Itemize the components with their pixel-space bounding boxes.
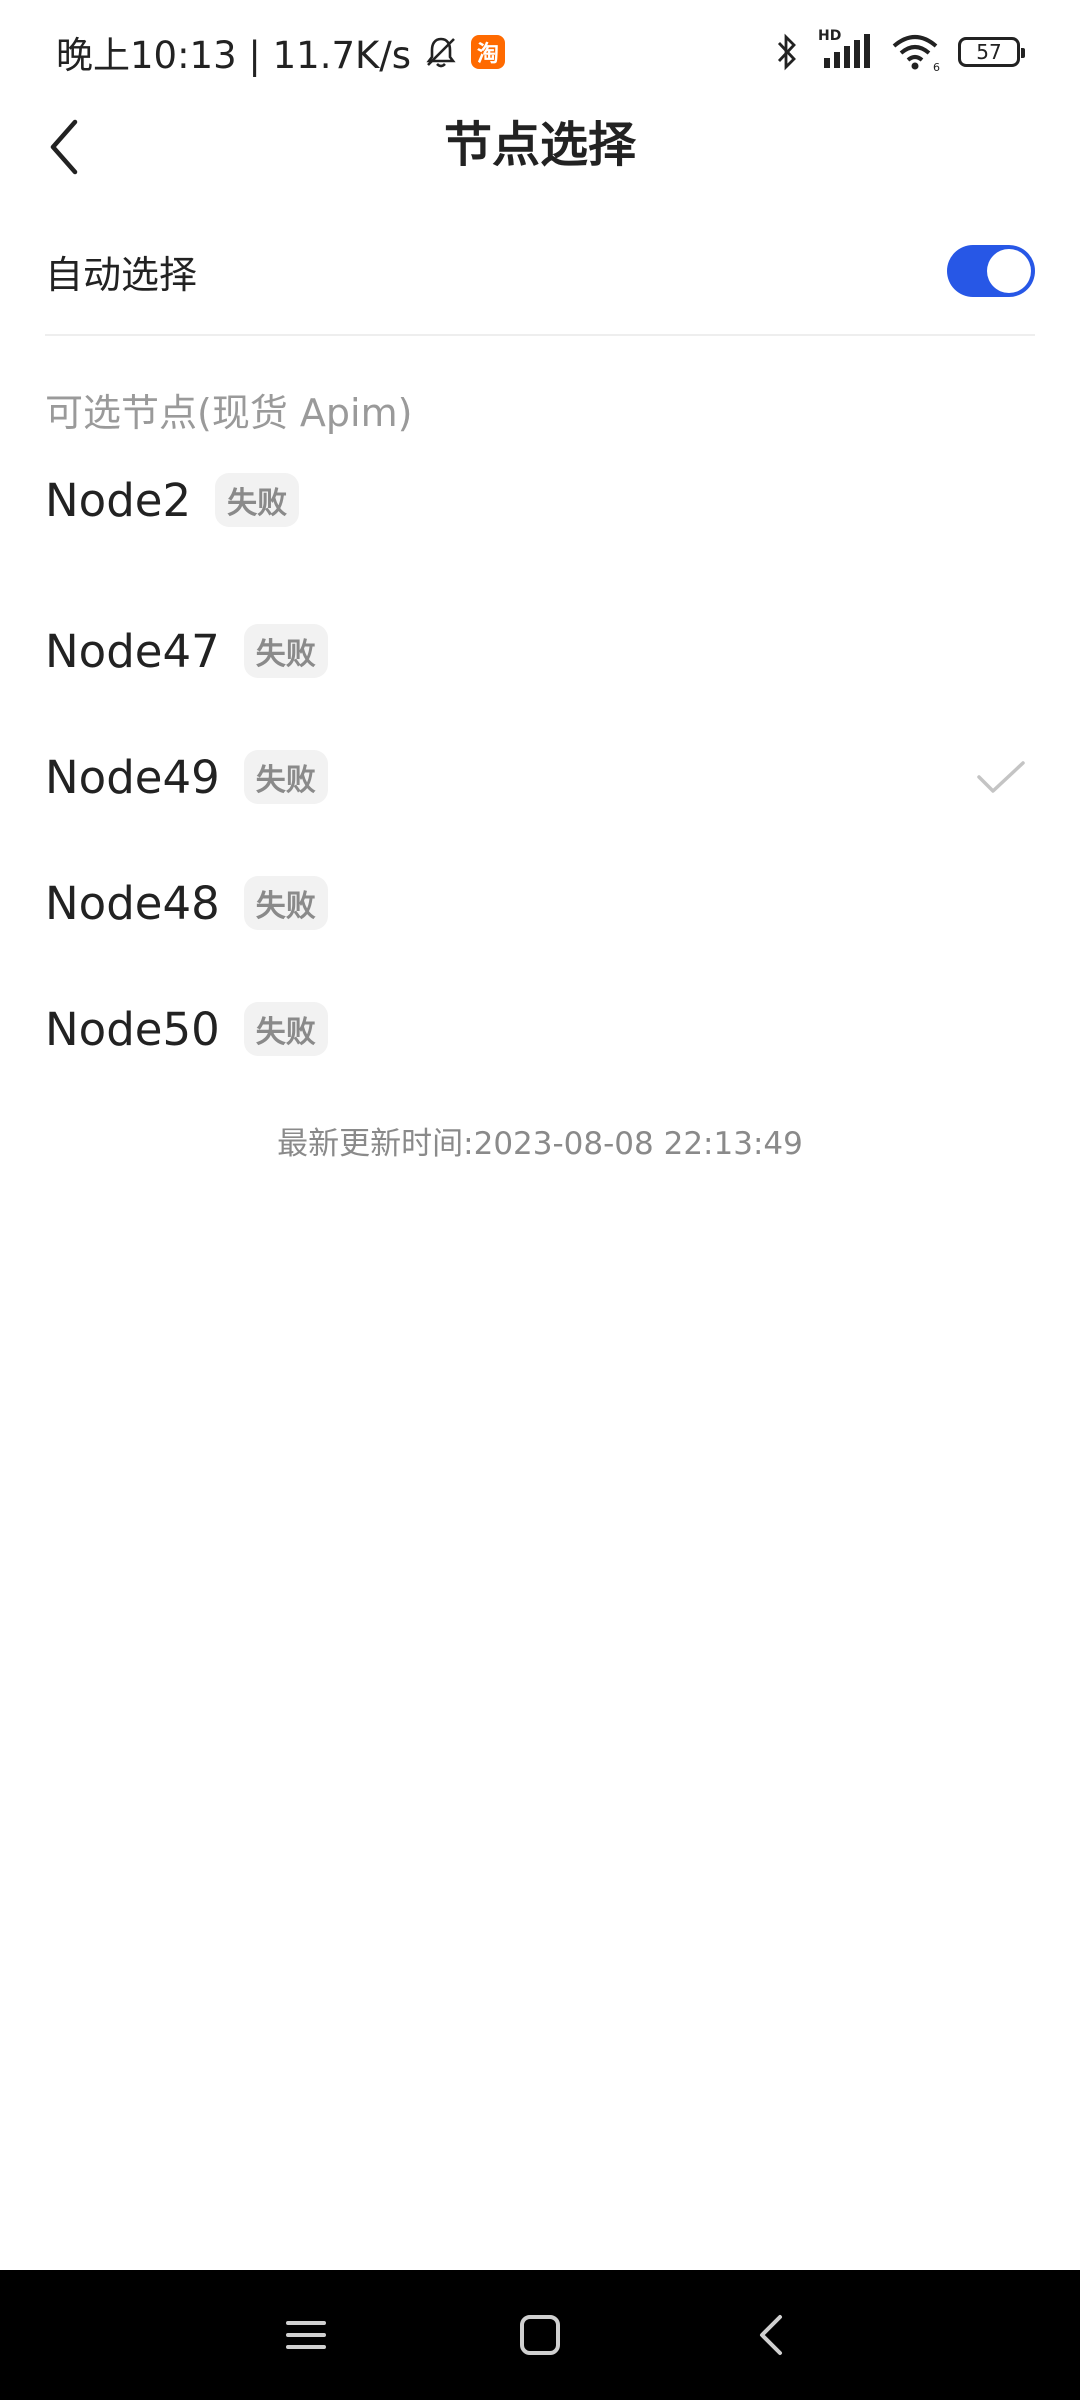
- auto-select-row: 自动选择: [45, 230, 1035, 336]
- toggle-knob: [987, 249, 1031, 293]
- node-selection-screen: 晚上10:13 | 11.7K/s 淘 HD 6 57 节点选择 自动选择 可选…: [0, 0, 1080, 2400]
- nav-back-button[interactable]: [737, 2300, 807, 2370]
- bluetooth-icon: [777, 33, 796, 71]
- battery-icon: 57: [958, 37, 1025, 67]
- node-item-node49[interactable]: Node49 失败: [45, 714, 1035, 840]
- node-name: Node49: [45, 750, 220, 804]
- home-icon: [520, 2315, 560, 2355]
- node-name: Node48: [45, 876, 220, 930]
- mute-bell-icon: [426, 37, 456, 68]
- status-left: 晚上10:13 | 11.7K/s 淘: [56, 24, 506, 80]
- updated-time: 最新更新时间:2023-08-08 22:13:49: [277, 1126, 803, 1162]
- node-item-node50[interactable]: Node50 失败: [45, 966, 1035, 1092]
- node-name: Node47: [45, 624, 220, 678]
- section-label: 可选节点(现货 Apim): [45, 391, 413, 435]
- status-badge: 失败: [243, 750, 328, 804]
- status-badge: 失败: [243, 624, 328, 678]
- nav-menu-button[interactable]: [271, 2300, 341, 2370]
- status-badge: 失败: [215, 473, 300, 527]
- status-right: HD 6 57: [774, 24, 1025, 80]
- node-list: Node2 失败 Node47 失败 Node49 失败 Node48 失败 N…: [45, 462, 1035, 1092]
- svg-text:6: 6: [933, 61, 940, 72]
- status-bar: 晚上10:13 | 11.7K/s 淘 HD 6 57: [0, 0, 1080, 100]
- battery-level: 57: [976, 40, 1002, 64]
- status-time: 晚上10:13 | 11.7K/s: [56, 34, 412, 77]
- status-badge: 失败: [243, 1002, 328, 1056]
- page-title: 节点选择: [443, 117, 636, 173]
- cell-signal-icon: HD: [818, 28, 872, 72]
- node-item-node2[interactable]: Node2 失败: [45, 462, 1035, 538]
- back-icon: [760, 2315, 782, 2355]
- header: 节点选择: [0, 100, 1080, 195]
- nav-home-button[interactable]: [505, 2300, 575, 2370]
- check-icon: [977, 761, 1025, 793]
- auto-select-toggle[interactable]: [947, 245, 1035, 297]
- node-item-node48[interactable]: Node48 失败: [45, 840, 1035, 966]
- menu-icon: [286, 2321, 326, 2349]
- node-item-node47[interactable]: Node47 失败: [45, 588, 1035, 714]
- taobao-app-icon: 淘: [471, 35, 506, 69]
- auto-select-label: 自动选择: [45, 252, 198, 297]
- wifi-icon: 6: [892, 35, 940, 72]
- node-name: Node50: [45, 1002, 220, 1056]
- node-name: Node2: [45, 473, 192, 527]
- status-badge: 失败: [243, 876, 328, 930]
- system-nav-bar: [0, 2270, 1080, 2400]
